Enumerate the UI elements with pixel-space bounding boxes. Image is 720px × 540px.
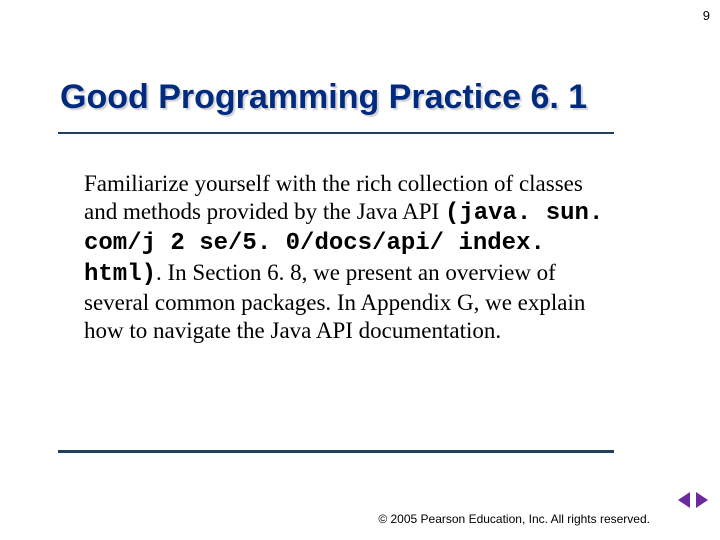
body-paragraph: Familiarize yourself with the rich colle… (84, 170, 604, 345)
slide-title: Good Programming Practice 6. 1 (60, 78, 587, 117)
copyright-footer: © 2005 Pearson Education, Inc. All right… (378, 512, 650, 526)
prev-arrow-icon[interactable] (678, 492, 690, 508)
copyright-symbol: © (378, 512, 387, 526)
next-arrow-icon[interactable] (696, 492, 708, 508)
copyright-text: 2005 Pearson Education, Inc. All rights … (387, 512, 650, 526)
slide-number: 9 (703, 8, 710, 23)
title-underline (58, 132, 614, 134)
nav-arrows (678, 492, 708, 508)
footer-rule (58, 450, 614, 453)
body-outro: . In Section 6. 8, we present an overvie… (84, 260, 585, 343)
